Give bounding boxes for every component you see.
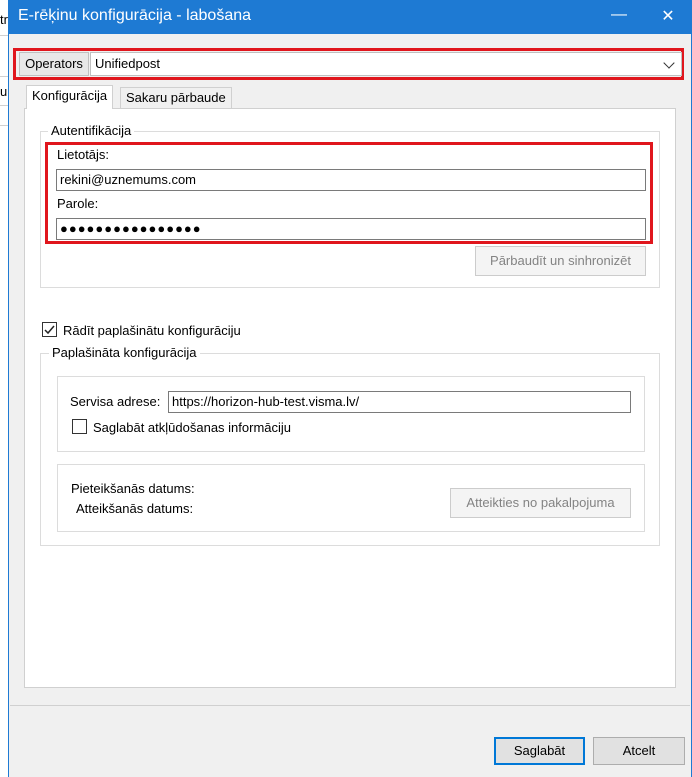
save-button[interactable]: Saglabāt [494,737,585,765]
operator-select[interactable]: Unifiedpost [90,52,682,76]
unsubscribe-button[interactable]: Atteikties no pakalpojuma [450,488,631,518]
service-address-value: https://horizon-hub-test.visma.lv/ [172,394,360,409]
tab-sakaru-parbaude[interactable]: Sakaru pārbaude [120,87,232,109]
service-address-label: Servisa adrese: [70,394,161,409]
minimize-icon[interactable]: — [604,6,634,28]
title-bar: E-rēķinu konfigurācija - labošana — ✕ [8,0,692,34]
service-subgroup [57,376,645,452]
cancel-button[interactable]: Atcelt [593,737,685,765]
password-mask: ●●●●●●●●●●●●●●●● [60,221,202,236]
show-extended-label: Rādīt paplašinātu konfigurāciju [63,323,241,338]
footer [10,706,690,777]
extended-group-title: Paplašināta konfigurācija [49,345,200,360]
chevron-down-icon [663,57,675,69]
user-value: rekini@uznemums.com [60,172,197,187]
password-label: Parole: [57,196,99,211]
check-icon [44,325,55,335]
debug-info-label: Saglabāt atkļūdošanas informāciju [93,420,292,435]
window-title: E-rēķinu konfigurācija - labošana [18,7,252,24]
background-text-fragment: u [0,84,8,99]
verify-sync-button[interactable]: Pārbaudīt un sinhronizēt [475,246,646,276]
background-text-fragment: tr [0,12,8,27]
cancel-date-label: Atteikšanās datums: [76,501,194,516]
user-field[interactable]: rekini@uznemums.com [56,169,646,191]
auth-group-title: Autentifikācija [48,123,135,138]
operator-value: Unifiedpost [95,56,161,71]
tab-konfiguracija[interactable]: Konfigurācija [26,85,114,109]
password-field[interactable]: ●●●●●●●●●●●●●●●● [56,218,646,240]
operator-label: Operators [19,52,89,76]
service-address-field[interactable]: https://horizon-hub-test.visma.lv/ [168,391,631,413]
debug-info-checkbox[interactable] [72,419,87,434]
user-label: Lietotājs: [57,147,110,162]
close-icon[interactable]: ✕ [653,6,683,28]
signup-date-label: Pieteikšanās datums: [71,481,195,496]
show-extended-checkbox[interactable] [42,322,57,337]
